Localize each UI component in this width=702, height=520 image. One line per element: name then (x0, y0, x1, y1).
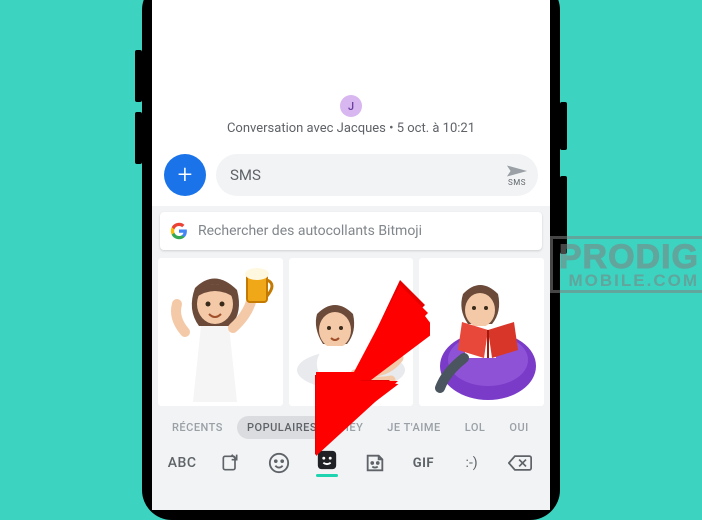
gif-tab[interactable]: GIF (404, 456, 442, 471)
message-placeholder: SMS (230, 166, 261, 184)
avatar-initial: J (348, 100, 354, 113)
category-jetaime[interactable]: JE T'AIME (377, 416, 450, 439)
category-row: RÉCENTS POPULAIRES HEY JE T'AIME LOL OUI (152, 406, 550, 445)
phone-power-button-bottom (560, 176, 567, 254)
sticker-results (158, 258, 544, 406)
search-placeholder: Rechercher des autocollants Bitmoji (198, 223, 422, 239)
add-attachment-button[interactable]: + (164, 154, 206, 196)
plus-icon: + (178, 160, 193, 190)
watermark: PRODIG MOBILE.COM (550, 236, 702, 293)
bitmoji-cheers-icon (165, 262, 275, 402)
keyboard-bottom-bar: ABC GIF :-) (152, 445, 550, 485)
send-label: SMS (506, 178, 528, 187)
keyboard-panel: Rechercher des autocollants Bitmoji (152, 206, 550, 510)
category-recents[interactable]: RÉCENTS (162, 416, 233, 439)
send-button[interactable]: SMS (506, 164, 528, 187)
phone-volume-down (135, 112, 142, 164)
category-populaires[interactable]: POPULAIRES (237, 416, 327, 439)
watermark-line2: MOBILE.COM (559, 273, 699, 289)
bitmoji-tab-icon[interactable] (308, 449, 346, 477)
watermark-line1: PRODIG (559, 241, 699, 273)
category-lol[interactable]: LOL (455, 416, 496, 439)
sticker-item[interactable] (289, 258, 414, 406)
category-oui[interactable]: OUI (499, 416, 538, 439)
emoji-icon[interactable] (260, 452, 298, 474)
google-logo-icon (170, 222, 188, 240)
sticker-tab-icon[interactable] (356, 452, 394, 474)
bitmoji-lying-icon (291, 262, 411, 402)
conversation-info: Conversation avec Jacques • 5 oct. à 10:… (227, 121, 475, 136)
sticker-search[interactable]: Rechercher des autocollants Bitmoji (160, 212, 542, 250)
backspace-icon[interactable] (501, 453, 539, 473)
phone-frame: J Conversation avec Jacques • 5 oct. à 1… (142, 0, 560, 520)
text-emote-tab[interactable]: :-) (453, 455, 491, 471)
conversation-area: J Conversation avec Jacques • 5 oct. à 1… (152, 0, 550, 148)
send-icon (506, 164, 528, 178)
abc-key[interactable]: ABC (163, 455, 201, 471)
sticker-item[interactable] (419, 258, 544, 406)
category-hey[interactable]: HEY (331, 416, 373, 439)
phone-volume-up (135, 50, 142, 102)
share-icon[interactable] (211, 453, 249, 473)
contact-avatar[interactable]: J (340, 95, 362, 117)
screen: J Conversation avec Jacques • 5 oct. à 1… (152, 0, 550, 510)
phone-power-button-top (560, 102, 567, 150)
compose-row: + SMS SMS (152, 148, 550, 206)
message-input[interactable]: SMS SMS (216, 154, 538, 196)
bitmoji-reading-icon (422, 262, 542, 402)
sticker-item[interactable] (158, 258, 283, 406)
